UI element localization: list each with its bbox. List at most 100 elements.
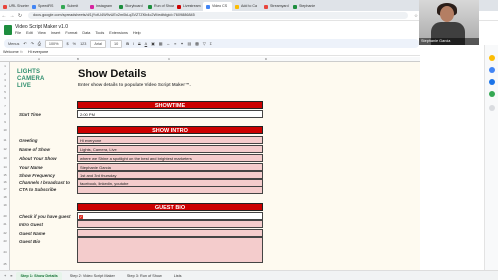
browser-tab[interactable]: Storyboard (116, 2, 145, 11)
row-header[interactable]: 5 (0, 90, 10, 94)
menu-edit[interactable]: Edit (26, 31, 33, 35)
reload-icon[interactable]: ↻ (16, 13, 24, 19)
sheet-tab-run-of-show[interactable]: Step 3: Run of Show (123, 272, 166, 280)
row-header[interactable]: 15 (0, 173, 10, 177)
number-format-button[interactable]: 123 (80, 42, 86, 46)
row-header[interactable]: 18 (0, 195, 10, 199)
browser-tab[interactable]: Video CS (203, 2, 232, 11)
row-header[interactable]: 2 (0, 72, 10, 76)
tasks-icon[interactable] (489, 67, 495, 73)
formula-input[interactable]: Hi everyone (28, 50, 48, 54)
row-header[interactable]: 21 (0, 222, 10, 226)
add-sheet-icon[interactable]: + (4, 274, 6, 278)
row-header[interactable]: 6 (0, 96, 10, 100)
browser-tab[interactable]: Instagram (87, 2, 116, 11)
sheet-tab-lists[interactable]: Lists (170, 272, 186, 280)
column-header[interactable]: D (265, 57, 267, 61)
column-header[interactable]: B (77, 57, 79, 61)
row-header[interactable]: 8 (0, 112, 10, 116)
chart-icon[interactable]: ▩ (195, 41, 199, 46)
merge-icon[interactable]: ↔ (166, 42, 170, 46)
browser-tab[interactable]: Streamyard (261, 2, 290, 11)
about-show-field[interactable]: where we Shine a spotlight on the best a… (77, 154, 263, 162)
star-icon[interactable]: ☆ (414, 13, 418, 19)
all-sheets-icon[interactable]: ≡ (10, 274, 12, 278)
row-header[interactable]: 20 (0, 214, 10, 218)
row-header[interactable]: 16 (0, 180, 10, 184)
italic-button[interactable]: I (133, 42, 134, 46)
back-icon[interactable]: ← (0, 13, 8, 19)
font-size-field[interactable]: 10 (110, 39, 123, 48)
keep-icon[interactable] (489, 55, 495, 61)
check-guest-field[interactable]: ✓ (77, 212, 263, 220)
fill-color-icon[interactable]: ▣ (151, 41, 155, 46)
percent-button[interactable]: % (73, 42, 76, 46)
sheet-tab-show-details[interactable]: Step 1: Show Details (16, 271, 62, 280)
cta-field[interactable] (77, 186, 263, 194)
browser-tab[interactable]: Add to Ca (232, 2, 261, 11)
sheets-logo-icon[interactable] (4, 25, 12, 35)
row-header[interactable]: 17 (0, 187, 10, 191)
row-header[interactable]: 14 (0, 165, 10, 169)
row-header[interactable]: 13 (0, 156, 10, 160)
start-time-field[interactable]: 2:00 PM (77, 110, 263, 118)
functions-icon[interactable]: Σ (210, 42, 212, 46)
menu-file[interactable]: File (15, 31, 21, 35)
browser-tab[interactable]: Livestream (174, 2, 203, 11)
sheet-tab-video-script-maker[interactable]: Step 2: Video Script Maker (66, 272, 119, 280)
name-box[interactable]: Welcome (0, 50, 20, 54)
sheet-grid[interactable]: LIGHTS CAMERA LIVE Show Details Enter sh… (10, 62, 420, 270)
browser-tab[interactable]: Run of Show (145, 2, 174, 11)
greeting-field[interactable]: Hi everyone (77, 136, 263, 144)
guest-bio-field[interactable] (77, 237, 263, 263)
url-field[interactable]: docs.google.com/spreadsheets/d/1jYctU4W9… (28, 12, 408, 19)
menu-extensions[interactable]: Extensions (109, 31, 128, 35)
column-header[interactable]: A (38, 57, 40, 61)
row-header[interactable]: 12 (0, 147, 10, 151)
row-header[interactable]: 25 (0, 262, 10, 266)
row-header[interactable]: 23 (0, 239, 10, 243)
currency-button[interactable]: $ (67, 42, 69, 46)
row-header[interactable]: 22 (0, 231, 10, 235)
maps-icon[interactable] (489, 91, 495, 97)
row-header[interactable]: 24 (0, 250, 10, 254)
menus-search-button[interactable]: Menus (8, 42, 19, 46)
browser-tab[interactable]: Submit (58, 2, 87, 11)
undo-icon[interactable]: ↶ (23, 41, 26, 46)
bold-button[interactable]: B (126, 42, 129, 46)
zoom-select[interactable]: 100% (44, 39, 63, 48)
browser-tab[interactable]: URL Shorten (0, 2, 29, 11)
menu-view[interactable]: View (38, 31, 46, 35)
menu-format[interactable]: Format (65, 31, 77, 35)
borders-icon[interactable]: ▦ (159, 41, 163, 46)
link-icon[interactable]: ⚭ (180, 41, 183, 46)
document-title[interactable]: Video Script Maker v1.0 (15, 24, 68, 30)
guest-name-field[interactable] (77, 229, 263, 237)
browser-tab[interactable]: SpeedRS (29, 2, 58, 11)
intro-guest-field[interactable] (77, 220, 263, 228)
forward-icon[interactable]: → (8, 13, 16, 19)
align-icon[interactable]: ≡ (174, 42, 176, 46)
strikethrough-button[interactable]: S (138, 42, 141, 46)
row-header[interactable]: 11 (0, 138, 10, 142)
add-addon-icon[interactable] (489, 105, 495, 111)
print-icon[interactable]: ⎙ (38, 42, 41, 46)
menu-data[interactable]: Data (82, 31, 90, 35)
row-header[interactable]: 3 (0, 78, 10, 82)
menu-tools[interactable]: Tools (95, 31, 104, 35)
contacts-icon[interactable] (489, 79, 495, 85)
row-header[interactable]: 9 (0, 120, 10, 124)
text-color-button[interactable]: A (145, 42, 148, 46)
name-of-show-field[interactable]: Lights, Camera, Live (77, 145, 263, 153)
browser-tab[interactable]: Stephanie (290, 2, 319, 11)
your-name-field[interactable]: Stephanie Garcia (77, 163, 263, 171)
show-frequency-field[interactable]: 1st and 3rd thursday (77, 171, 263, 179)
comment-icon[interactable]: ▤ (188, 41, 192, 46)
guest-checkbox[interactable]: ✓ (79, 214, 83, 219)
filter-icon[interactable]: ▽ (203, 41, 206, 46)
row-header[interactable]: 10 (0, 128, 10, 132)
row-header[interactable]: 19 (0, 203, 10, 207)
menu-insert[interactable]: Insert (51, 31, 61, 35)
redo-icon[interactable]: ↷ (31, 41, 34, 46)
font-select[interactable]: Arial (90, 39, 107, 48)
